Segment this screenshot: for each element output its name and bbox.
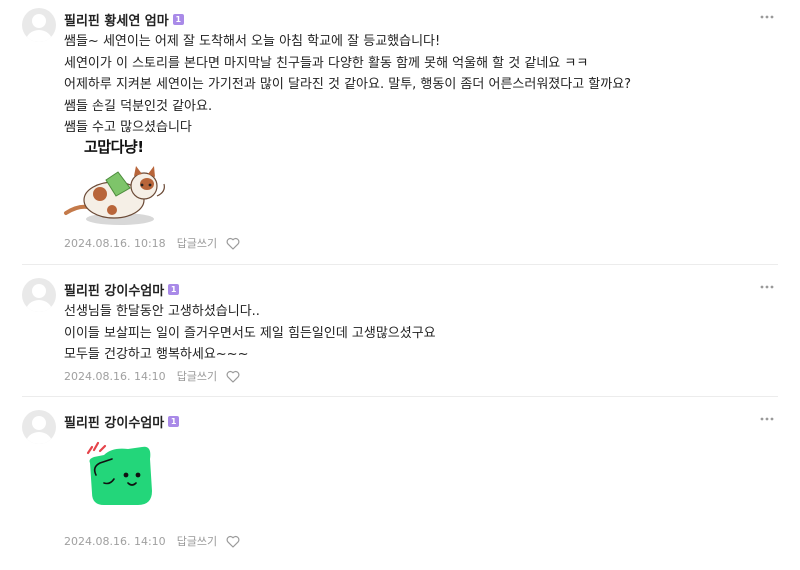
author-name[interactable]: 필리핀 황세연 엄마 (64, 10, 169, 29)
more-options-button[interactable] (758, 10, 776, 24)
member-level-badge: 1 (168, 284, 180, 295)
comment-meta: 2024.08.16. 14:10 답글쓰기 (64, 368, 240, 384)
comment-date: 2024.08.16. 14:10 (64, 369, 166, 383)
comment-item: 필리핀 황세연 엄마 1 쌤들~ 세연이는 어제 잘 도착해서 오늘 아침 학교… (0, 0, 800, 262)
comment-date: 2024.08.16. 14:10 (64, 534, 166, 548)
author-name[interactable]: 필리핀 강이수엄마 (64, 280, 164, 299)
avatar[interactable] (22, 278, 56, 312)
default-avatar-icon (26, 416, 52, 444)
heart-icon[interactable] (226, 370, 240, 383)
default-avatar-icon (26, 284, 52, 312)
heart-icon[interactable] (226, 535, 240, 548)
heart-icon[interactable] (226, 237, 240, 250)
reply-button[interactable]: 답글쓰기 (177, 235, 217, 251)
member-level-badge: 1 (168, 416, 180, 427)
comment-item: 필리핀 강이수엄마 1 2024.08.16. 14:10 답글쓰기 (0, 397, 800, 567)
more-options-icon (760, 15, 774, 19)
comment-line: 어제하루 지켜본 세연이는 가기전과 많이 달라진 것 같아요. 말투, 행동이… (64, 77, 632, 92)
comment-item: 필리핀 강이수엄마 1 선생님들 한달동안 고생하셨습니다.. 이이들 보살피는… (0, 265, 800, 395)
reply-button[interactable]: 답글쓰기 (177, 368, 217, 384)
author-name-row: 필리핀 황세연 엄마 1 (64, 10, 184, 29)
default-avatar-icon (26, 14, 52, 42)
green-waving-sticker (82, 439, 162, 509)
comment-date: 2024.08.16. 10:18 (64, 236, 166, 250)
cat-sticker: 고맙다냥! (62, 136, 172, 228)
reply-button[interactable]: 답글쓰기 (177, 533, 217, 549)
member-level-badge: 1 (172, 14, 184, 25)
more-options-button[interactable] (758, 280, 776, 294)
avatar[interactable] (22, 8, 56, 42)
author-name-row: 필리핀 강이수엄마 1 (64, 412, 180, 431)
comment-line: 쌤들 손길 덕분인것 같아요. (64, 98, 213, 114)
avatar[interactable] (22, 410, 56, 444)
comment-line: 선생님들 한달동안 고생하셨습니다.. (64, 304, 260, 319)
author-name[interactable]: 필리핀 강이수엄마 (64, 412, 164, 431)
comment-line: 모두들 건강하고 행복하세요~~~ (64, 347, 249, 362)
comment-line: 이이들 보살피는 일이 즐거우면서도 제일 힘든일인데 고생많으셨구요 (64, 325, 436, 341)
cat-sticker-icon (64, 166, 165, 225)
comment-line: 세연이가 이 스토리를 본다면 마지막날 친구들과 다양한 활동 함께 못해 억… (64, 55, 589, 71)
comment-meta: 2024.08.16. 14:10 답글쓰기 (64, 533, 240, 549)
more-options-icon (760, 417, 774, 421)
comment-line: 쌤들~ 세연이는 어제 잘 도착해서 오늘 아침 학교에 잘 등교했습니다! (64, 34, 441, 49)
green-character-sticker-icon (86, 441, 152, 505)
author-name-row: 필리핀 강이수엄마 1 (64, 280, 180, 299)
comment-text: 쌤들~ 세연이는 어제 잘 도착해서 오늘 아침 학교에 잘 등교했습니다! 세… (64, 31, 631, 139)
more-options-button[interactable] (758, 412, 776, 426)
comment-text: 선생님들 한달동안 고생하셨습니다.. 이이들 보살피는 일이 즐거우면서도 제… (64, 301, 436, 366)
comment-meta: 2024.08.16. 10:18 답글쓰기 (64, 235, 240, 251)
more-options-icon (760, 285, 774, 289)
